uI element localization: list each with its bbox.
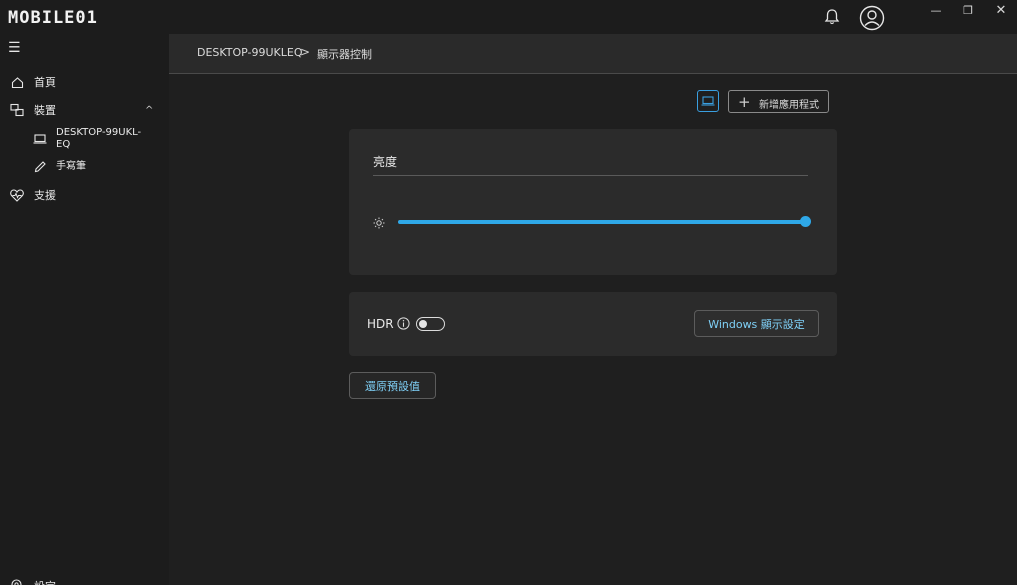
divider xyxy=(373,175,808,176)
brightness-slider[interactable] xyxy=(398,216,811,227)
hdr-card: HDR Windows 顯示設定 xyxy=(349,292,837,356)
sidebar-item-label: 裝置 xyxy=(34,104,56,117)
hdr-toggle-knob xyxy=(419,320,427,328)
gear-icon xyxy=(11,579,22,585)
sidebar-item-desktop[interactable]: DESKTOP-99UKL-EQ xyxy=(0,126,169,152)
hdr-toggle[interactable] xyxy=(416,317,445,331)
account-avatar-icon[interactable] xyxy=(859,5,885,31)
home-icon xyxy=(10,75,24,89)
sidebar-item-settings[interactable]: 設定 xyxy=(10,578,70,585)
add-app-label: 新增應用程式 xyxy=(759,100,819,111)
close-button[interactable]: ✕ xyxy=(991,2,1011,20)
minimize-button[interactable]: — xyxy=(926,2,946,20)
hdr-label: HDR xyxy=(367,317,394,331)
notification-bell-icon[interactable] xyxy=(822,7,842,27)
sidebar-device-label: 手寫筆 xyxy=(56,161,86,172)
sidebar-item-label: 支援 xyxy=(34,189,56,202)
breadcrumb-device[interactable]: DESKTOP-99UKLEQ xyxy=(197,46,303,59)
sidebar-item-devices[interactable]: 裝置 ^ xyxy=(0,98,169,122)
laptop-icon xyxy=(33,132,47,146)
brightness-slider-thumb[interactable] xyxy=(800,216,811,227)
laptop-icon xyxy=(701,96,715,106)
sidebar: ☰ 首頁 裝置 ^ DESKTOP-99UKL-EQ 手寫筆 支援 xyxy=(0,34,169,585)
menu-icon[interactable]: ☰ xyxy=(8,41,24,55)
sidebar-device-label: DESKTOP-99UKL-EQ xyxy=(56,127,142,150)
pen-icon xyxy=(33,160,47,174)
sidebar-item-label: 首頁 xyxy=(34,76,56,89)
info-icon[interactable] xyxy=(397,317,410,330)
support-heart-icon xyxy=(10,188,24,202)
title-bar: MOBILE01 — ❐ ✕ xyxy=(0,0,1017,34)
device-view-button[interactable] xyxy=(697,90,719,112)
sun-icon xyxy=(373,217,385,229)
sidebar-item-label: 設定 xyxy=(34,578,56,585)
mobile01-logo: MOBILE01 xyxy=(8,6,98,30)
devices-icon xyxy=(10,103,24,117)
breadcrumb-separator-icon: > xyxy=(300,45,311,59)
logo-text: MOBILE01 xyxy=(8,8,98,28)
breadcrumb: DESKTOP-99UKLEQ > 顯示器控制 xyxy=(169,34,1017,74)
plus-icon: + xyxy=(738,93,751,111)
sidebar-item-home[interactable]: 首頁 xyxy=(0,70,169,94)
restore-defaults-button[interactable]: 還原預設值 xyxy=(349,372,436,399)
maximize-button[interactable]: ❐ xyxy=(958,2,978,20)
breadcrumb-current: 顯示器控制 xyxy=(317,48,372,61)
chevron-up-icon[interactable]: ^ xyxy=(145,105,153,116)
sidebar-item-pen[interactable]: 手寫筆 xyxy=(0,155,169,179)
brightness-title: 亮度 xyxy=(373,155,398,169)
brightness-slider-fill xyxy=(398,220,806,224)
brightness-card: 亮度 xyxy=(349,129,837,275)
windows-display-settings-button[interactable]: Windows 顯示設定 xyxy=(694,310,819,337)
sidebar-item-support[interactable]: 支援 xyxy=(0,183,169,207)
add-app-button[interactable]: + 新增應用程式 xyxy=(728,90,829,113)
